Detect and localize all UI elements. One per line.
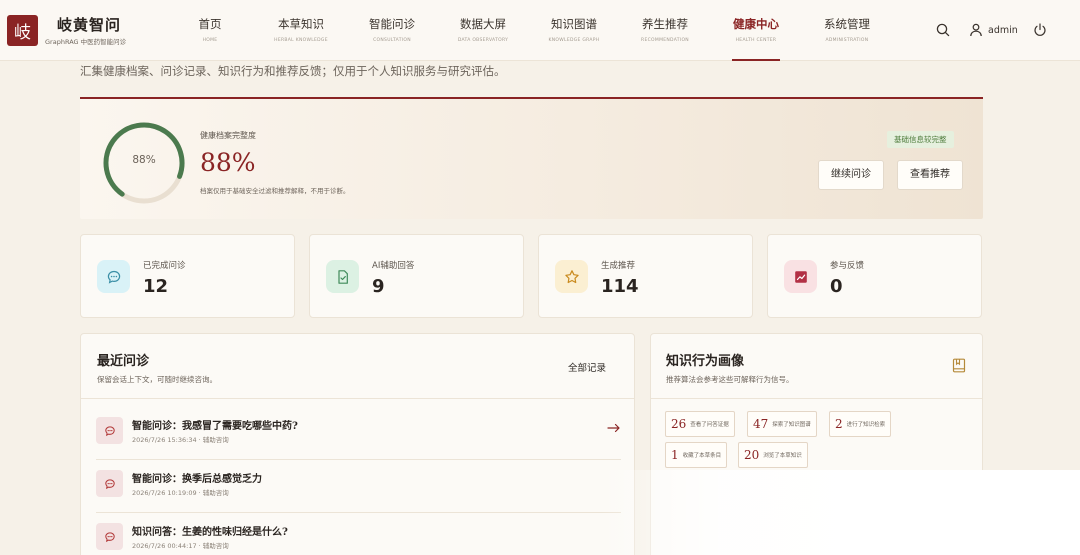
nav-item-herbal-knowledge[interactable]: 本草知识 HERBAL KNOWLEDGE [261, 16, 341, 43]
tag-count: 20 [744, 448, 760, 462]
tag-text: 浏览了本草知识 [763, 453, 802, 459]
brand-name[interactable]: 岐黄智问 [57, 14, 121, 35]
stat-card-consultations[interactable]: 已完成问诊 12 [80, 234, 295, 318]
top-navigation-bar: 岐 岐黄智问 GraphRAG 中医药智能问诊 首页 HOME 本草知识 HER… [0, 0, 1080, 61]
nav-label-en: HOME [202, 38, 218, 43]
chart-icon [784, 260, 817, 293]
completeness-label: 健康档案完整度 [200, 131, 256, 140]
star-icon [555, 260, 588, 293]
stat-label: AI辅助回答 [372, 261, 415, 271]
nav-label-en: KNOWLEDGE GRAPH [548, 38, 600, 43]
nav-item-knowledge-graph[interactable]: 知识图谱 KNOWLEDGE GRAPH [534, 16, 614, 43]
book-icon[interactable] [952, 358, 966, 373]
user-icon[interactable] [968, 22, 984, 38]
page-intro: 汇集健康档案、问诊记录、知识行为和推荐反馈；仅用于个人知识服务与研究评估。 [80, 64, 506, 78]
tag-count: 2 [835, 417, 843, 431]
stat-value: 9 [372, 276, 385, 297]
tag-count: 47 [753, 417, 769, 431]
nav-label-en: DATA OBSERVATORY [457, 38, 509, 43]
nav-item-recommendation[interactable]: 养生推荐 RECOMMENDATION [625, 16, 705, 43]
ring-percent-text: 88% [132, 154, 156, 166]
nav-label: 首页 [198, 17, 222, 31]
panel-divider [651, 398, 982, 399]
stat-value: 12 [143, 276, 169, 297]
nav-label-en: HERBAL KNOWLEDGE [274, 38, 328, 43]
nav-label: 知识图谱 [551, 17, 597, 31]
nav-item-health-center[interactable]: 健康中心 HEALTH CENTER [716, 16, 796, 43]
brand-subtitle: GraphRAG 中医药智能问诊 [45, 38, 127, 46]
chat-icon [97, 260, 130, 293]
consultation-title: 智能问诊：我感冒了需要吃哪些中药? [132, 421, 298, 432]
search-icon[interactable] [935, 22, 951, 38]
row-divider [96, 512, 621, 513]
stat-card-feedback[interactable]: 参与反馈 0 [767, 234, 982, 318]
nav-label: 健康中心 [733, 17, 779, 31]
consultation-title: 知识问答：生姜的性味归经是什么? [132, 527, 288, 538]
row-divider [96, 459, 621, 460]
nav-label-en: HEALTH CENTER [735, 38, 777, 43]
user-name[interactable]: admin [988, 25, 1018, 36]
view-recommendations-button[interactable]: 查看推荐 [897, 160, 963, 190]
completeness-value: 88% [200, 148, 256, 177]
active-nav-indicator [732, 59, 780, 61]
arrow-right-icon[interactable] [607, 423, 621, 433]
consultation-meta: 2026/7/26 00:44:17 · 辅助咨询 [132, 542, 229, 550]
doc-check-icon [326, 260, 359, 293]
completeness-note: 档案仅用于基础安全过滤和推荐解释，不用于诊断。 [200, 187, 350, 195]
tag-text: 查看了问答证据 [690, 422, 729, 428]
consultation-title: 智能问诊：换季后总感觉乏力 [132, 474, 262, 485]
chat-icon [96, 523, 123, 550]
nav-label: 系统管理 [824, 17, 870, 31]
consultation-row[interactable]: 知识问答：生姜的性味归经是什么? 2026/7/26 00:44:17 · 辅助… [81, 516, 634, 555]
panel-subtitle: 推荐算法会参考这些可解释行为信号。 [666, 375, 794, 384]
panel-title: 最近问诊 [97, 354, 150, 369]
nav-item-consultation[interactable]: 智能问诊 CONSULTATION [352, 16, 432, 43]
status-badge: 基础信息较完整 [887, 131, 954, 148]
stat-label: 参与反馈 [830, 261, 865, 271]
stat-value: 0 [830, 276, 843, 297]
all-records-link[interactable]: 全部记录 [568, 360, 606, 374]
stat-value: 114 [601, 276, 639, 297]
nav-item-administration[interactable]: 系统管理 ADMINISTRATION [807, 16, 887, 43]
chat-icon [96, 470, 123, 497]
panel-divider [81, 398, 634, 399]
consultation-meta: 2026/7/26 10:19:09 · 辅助咨询 [132, 489, 229, 497]
nav-label-en: ADMINISTRATION [825, 38, 869, 43]
panel-title: 知识行为画像 [666, 354, 745, 369]
consultation-meta: 2026/7/26 15:36:34 · 辅助咨询 [132, 436, 229, 444]
power-icon[interactable] [1032, 22, 1048, 38]
stat-label: 已完成问诊 [143, 261, 186, 271]
behavior-tag: 1 收藏了本草条目 [665, 442, 728, 468]
nav-label: 养生推荐 [642, 17, 688, 31]
tag-count: 1 [671, 448, 679, 462]
profile-completeness-banner: 88% 健康档案完整度 88% 档案仅用于基础安全过滤和推荐解释，不用于诊断。 … [80, 97, 983, 219]
panel-subtitle: 保留会话上下文，可随时继续咨询。 [97, 375, 217, 384]
stat-card-ai-answers[interactable]: AI辅助回答 9 [309, 234, 524, 318]
continue-consultation-button[interactable]: 继续问诊 [818, 160, 884, 190]
behavior-tag: 47 探索了知识图谱 [747, 411, 817, 437]
nav-label: 智能问诊 [369, 17, 415, 31]
nav-label: 本草知识 [278, 17, 324, 31]
tag-count: 26 [671, 417, 687, 431]
tag-text: 收藏了本草条目 [682, 453, 722, 459]
nav-item-home[interactable]: 首页 HOME [170, 16, 250, 43]
stat-card-recommendations[interactable]: 生成推荐 114 [538, 234, 753, 318]
nav-label: 数据大屏 [460, 17, 506, 31]
brand-logo[interactable]: 岐 [7, 15, 38, 46]
tag-text: 进行了知识检索 [846, 422, 886, 428]
chat-icon [96, 417, 123, 444]
behavior-tag: 26 查看了问答证据 [665, 411, 735, 437]
bottom-right-fade-overlay [600, 470, 1080, 555]
stat-label: 生成推荐 [601, 261, 636, 271]
nav-label-en: CONSULTATION [373, 38, 411, 43]
behavior-tag: 20 浏览了本草知识 [738, 442, 808, 468]
recent-consultations-panel: 最近问诊 保留会话上下文，可随时继续咨询。 全部记录 智能问诊：我感冒了需要吃哪… [80, 333, 635, 555]
brand-logo-char: 岐 [14, 23, 31, 43]
consultation-row[interactable]: 智能问诊：换季后总感觉乏力 2026/7/26 10:19:09 · 辅助咨询 [81, 463, 634, 513]
nav-label-en: RECOMMENDATION [641, 38, 689, 43]
tag-text: 探索了知识图谱 [772, 422, 811, 428]
behavior-tag: 2 进行了知识检索 [829, 411, 892, 437]
consultation-row[interactable]: 智能问诊：我感冒了需要吃哪些中药? 2026/7/26 15:36:34 · 辅… [81, 410, 634, 460]
nav-item-data-observatory[interactable]: 数据大屏 DATA OBSERVATORY [443, 16, 523, 43]
